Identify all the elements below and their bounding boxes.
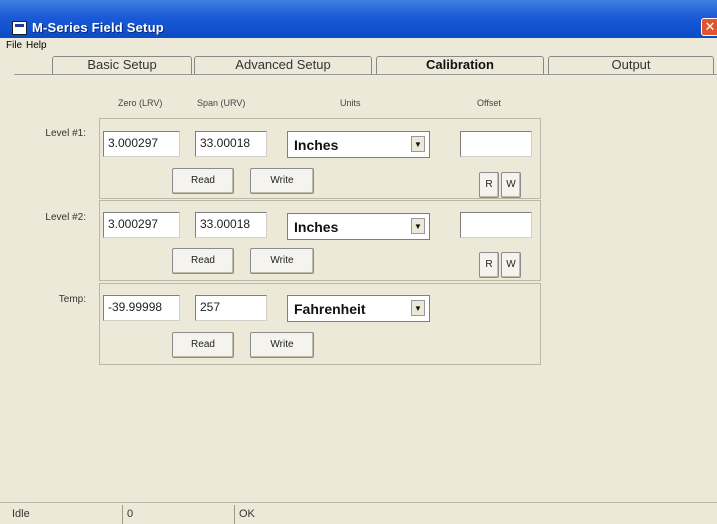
temp-label: Temp: <box>58 294 86 305</box>
level1-units-select[interactable]: Inches ▼ <box>287 131 430 158</box>
status-state: Idle <box>12 508 30 520</box>
status-bar: Idle 0 OK <box>0 502 717 524</box>
level2-offset-write-button[interactable]: W <box>501 252 521 278</box>
tab-calibration[interactable]: Calibration <box>376 56 544 74</box>
close-button[interactable]: ✕ <box>701 18 717 36</box>
temp-units-value: Fahrenheit <box>294 301 366 317</box>
level2-units-value: Inches <box>294 219 339 235</box>
tab-advanced-setup[interactable]: Advanced Setup <box>194 56 372 74</box>
level2-offset-field[interactable] <box>460 212 532 238</box>
temp-read-button[interactable]: Read <box>172 332 234 358</box>
header-span: Span (URV) <box>197 98 246 108</box>
level1-units-value: Inches <box>294 137 339 153</box>
title-bar: M-Series Field Setup <box>0 0 717 38</box>
level1-read-button[interactable]: Read <box>172 168 234 194</box>
status-count: 0 <box>122 505 232 524</box>
tab-output[interactable]: Output <box>548 56 714 74</box>
window-title: M-Series Field Setup <box>32 20 164 35</box>
level2-label: Level #2: <box>45 212 86 223</box>
level1-offset-field[interactable] <box>460 131 532 157</box>
app-icon <box>12 21 27 35</box>
level2-span-field[interactable]: 33.00018 <box>195 212 267 238</box>
level2-offset-read-button[interactable]: R <box>479 252 499 278</box>
tab-basic-setup[interactable]: Basic Setup <box>52 56 192 74</box>
menu-help[interactable]: Help <box>26 40 47 51</box>
level1-zero-field[interactable]: 3.000297 <box>103 131 180 157</box>
level2-zero-field[interactable]: 3.000297 <box>103 212 180 238</box>
level2-units-select[interactable]: Inches ▼ <box>287 213 430 240</box>
level1-offset-write-button[interactable]: W <box>501 172 521 198</box>
header-units: Units <box>340 98 361 108</box>
temp-span-field[interactable]: 257 <box>195 295 267 321</box>
level1-write-button[interactable]: Write <box>250 168 314 194</box>
temp-write-button[interactable]: Write <box>250 332 314 358</box>
header-zero: Zero (LRV) <box>118 98 163 108</box>
chevron-down-icon[interactable]: ▼ <box>411 218 425 234</box>
header-offset: Offset <box>477 98 501 108</box>
tab-strip: Basic Setup Advanced Setup Calibration O… <box>14 55 714 91</box>
menu-bar: File Help <box>0 38 717 55</box>
chevron-down-icon[interactable]: ▼ <box>411 136 425 152</box>
level1-offset-read-button[interactable]: R <box>479 172 499 198</box>
status-message: OK <box>234 505 717 524</box>
level1-label: Level #1: <box>45 128 86 139</box>
level1-span-field[interactable]: 33.00018 <box>195 131 267 157</box>
temp-units-select[interactable]: Fahrenheit ▼ <box>287 295 430 322</box>
chevron-down-icon[interactable]: ▼ <box>411 300 425 316</box>
level2-write-button[interactable]: Write <box>250 248 314 274</box>
level2-read-button[interactable]: Read <box>172 248 234 274</box>
menu-file[interactable]: File <box>6 40 22 51</box>
temp-zero-field[interactable]: -39.99998 <box>103 295 180 321</box>
